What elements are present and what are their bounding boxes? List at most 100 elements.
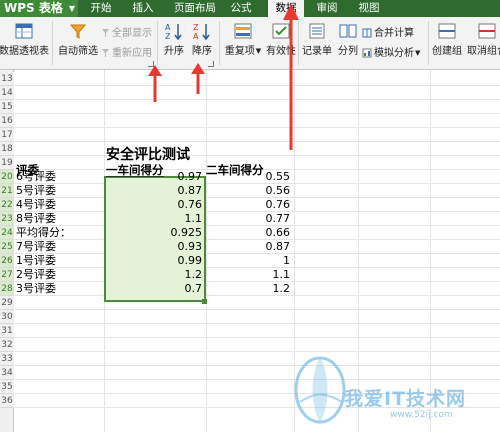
workshop1-score-cell[interactable]: 0.76 (106, 198, 203, 212)
validity-icon (272, 23, 290, 39)
judge-cell[interactable]: 2号评委 (16, 268, 56, 282)
refresh-filter-icon (101, 48, 110, 61)
tab-review[interactable]: 审阅 (312, 0, 342, 17)
tab-view[interactable]: 视图 (354, 0, 384, 17)
tab-home[interactable]: 开始 (86, 0, 116, 17)
sort-descending-button[interactable]: Z A 降序 (188, 22, 216, 57)
row-header[interactable]: 20 (0, 170, 14, 184)
row-header[interactable]: 32 (0, 338, 14, 352)
row-header[interactable]: 36 (0, 394, 14, 408)
reapply-button[interactable]: 重新应用 (101, 44, 152, 61)
row-header[interactable]: 33 (0, 352, 14, 366)
workshop2-score-cell[interactable]: 1 (208, 254, 290, 268)
judge-cell[interactable]: 5号评委 (16, 184, 56, 198)
workshop2-score-cell[interactable]: 0.56 (208, 184, 291, 198)
what-if-label: 模拟分析 (374, 48, 414, 59)
workshop1-score-cell[interactable]: 0.925 (106, 226, 203, 240)
sort-descending-icon: Z A (193, 23, 210, 40)
tab-page-layout[interactable]: 页面布局 (170, 0, 220, 17)
fill-handle[interactable] (202, 299, 207, 304)
judge-cell[interactable]: 1号评委 (16, 254, 56, 268)
create-group-label: 创建组 (432, 46, 462, 57)
row-gridline (15, 85, 500, 86)
workshop2-score-cell[interactable]: 0.66 (208, 226, 291, 240)
workshop1-score-cell[interactable]: 0.87 (106, 184, 203, 198)
row-header[interactable]: 14 (0, 86, 14, 100)
pivot-table-button[interactable]: 数据透视表 (0, 22, 50, 57)
sort-ascending-button[interactable]: A Z 升序 (160, 22, 188, 57)
row-header[interactable]: 18 (0, 142, 14, 156)
judge-cell[interactable]: 4号评委 (16, 198, 56, 212)
data-validity-button[interactable]: 有效性 (264, 22, 298, 57)
row-header[interactable]: 17 (0, 128, 14, 142)
record-form-button[interactable]: 记录单 (300, 22, 334, 57)
ungroup-button[interactable]: 取消组合 (464, 22, 500, 57)
watermark-logo-icon (294, 356, 346, 424)
row-header[interactable]: 16 (0, 114, 14, 128)
tab-insert[interactable]: 插入 (128, 0, 158, 17)
row-header[interactable]: 26 (0, 254, 14, 268)
row-header[interactable]: 15 (0, 100, 14, 114)
row-header[interactable]: 30 (0, 310, 14, 324)
sort-descending-label: 降序 (192, 46, 212, 57)
ungroup-label: 取消组合 (467, 46, 500, 57)
row-header[interactable]: 35 (0, 380, 14, 394)
row-header[interactable]: 19 (0, 156, 14, 170)
judge-cell[interactable]: 7号评委 (16, 240, 56, 254)
row-gridline (15, 99, 500, 100)
judge-cell[interactable]: 3号评委 (16, 282, 56, 296)
workshop2-score-cell[interactable]: 1.1 (208, 268, 291, 282)
workshop1-score-cell[interactable]: 1.2 (106, 268, 203, 282)
judge-cell[interactable]: 平均得分： (16, 226, 71, 240)
workshop2-score-cell[interactable]: 1.2 (208, 282, 291, 296)
workshop1-score-cell[interactable]: 0.97 (106, 170, 203, 184)
row-header[interactable]: 13 (0, 72, 14, 86)
row-header[interactable]: 31 (0, 324, 14, 338)
duplicates-icon (234, 23, 252, 39)
consolidate-button[interactable]: 合并计算 (362, 24, 414, 41)
row-header[interactable]: 25 (0, 240, 14, 254)
sort-group-launcher-icon[interactable] (208, 61, 214, 67)
workshop2-score-cell[interactable]: 0.76 (208, 198, 291, 212)
column-divider (206, 70, 207, 432)
workshop1-score-cell[interactable]: 1.1 (106, 212, 203, 226)
row-gridline (15, 113, 500, 114)
judge-cell[interactable]: 8号评委 (16, 212, 56, 226)
app-menu-button[interactable]: WPS 表格 ▼ (0, 0, 78, 17)
row-header[interactable]: 23 (0, 212, 14, 226)
workshop1-score-cell[interactable]: 0.93 (106, 240, 203, 254)
sheet-title[interactable]: 安全评比测试 (106, 147, 190, 163)
autofilter-button[interactable]: 自动筛选 (56, 22, 100, 57)
row-header[interactable]: 27 (0, 268, 14, 282)
pivot-table-icon (15, 23, 33, 39)
split-column-button[interactable]: 分列 (334, 22, 362, 57)
row-header[interactable]: 34 (0, 366, 14, 380)
record-form-icon (309, 23, 325, 39)
workshop2-score-cell[interactable]: 0.87 (208, 240, 291, 254)
tab-data[interactable]: 数据 (268, 0, 304, 17)
row-header[interactable]: 24 (0, 226, 14, 240)
duplicates-button[interactable]: 重复项▼ (222, 22, 264, 57)
split-column-icon (339, 24, 357, 38)
workshop2-score-cell[interactable]: 0.55 (208, 170, 291, 184)
row-header[interactable]: 29 (0, 296, 14, 310)
svg-text:A: A (193, 32, 199, 40)
judge-cell[interactable]: 6号评委 (16, 170, 56, 184)
workshop1-score-cell[interactable]: 0.99 (106, 254, 203, 268)
ribbon-divider (428, 21, 429, 65)
sort-ascending-label: 升序 (164, 46, 184, 57)
row-header[interactable]: 28 (0, 282, 14, 296)
autofilter-label: 自动筛选 (58, 46, 98, 57)
workshop1-score-cell[interactable]: 0.7 (106, 282, 203, 296)
filter-group-launcher-icon[interactable] (148, 61, 154, 67)
tab-formulas[interactable]: 公式 (226, 0, 256, 17)
chevron-down-icon: ▼ (68, 4, 76, 13)
what-if-analysis-button[interactable]: 模拟分析▼ (362, 44, 420, 61)
workshop2-score-cell[interactable]: 0.77 (208, 212, 291, 226)
ribbon-divider (298, 21, 299, 65)
row-gridline (15, 323, 500, 324)
row-header[interactable]: 22 (0, 198, 14, 212)
show-all-button[interactable]: 全部显示 (101, 24, 152, 41)
create-group-button[interactable]: 创建组 (430, 22, 464, 57)
row-header[interactable]: 21 (0, 184, 14, 198)
